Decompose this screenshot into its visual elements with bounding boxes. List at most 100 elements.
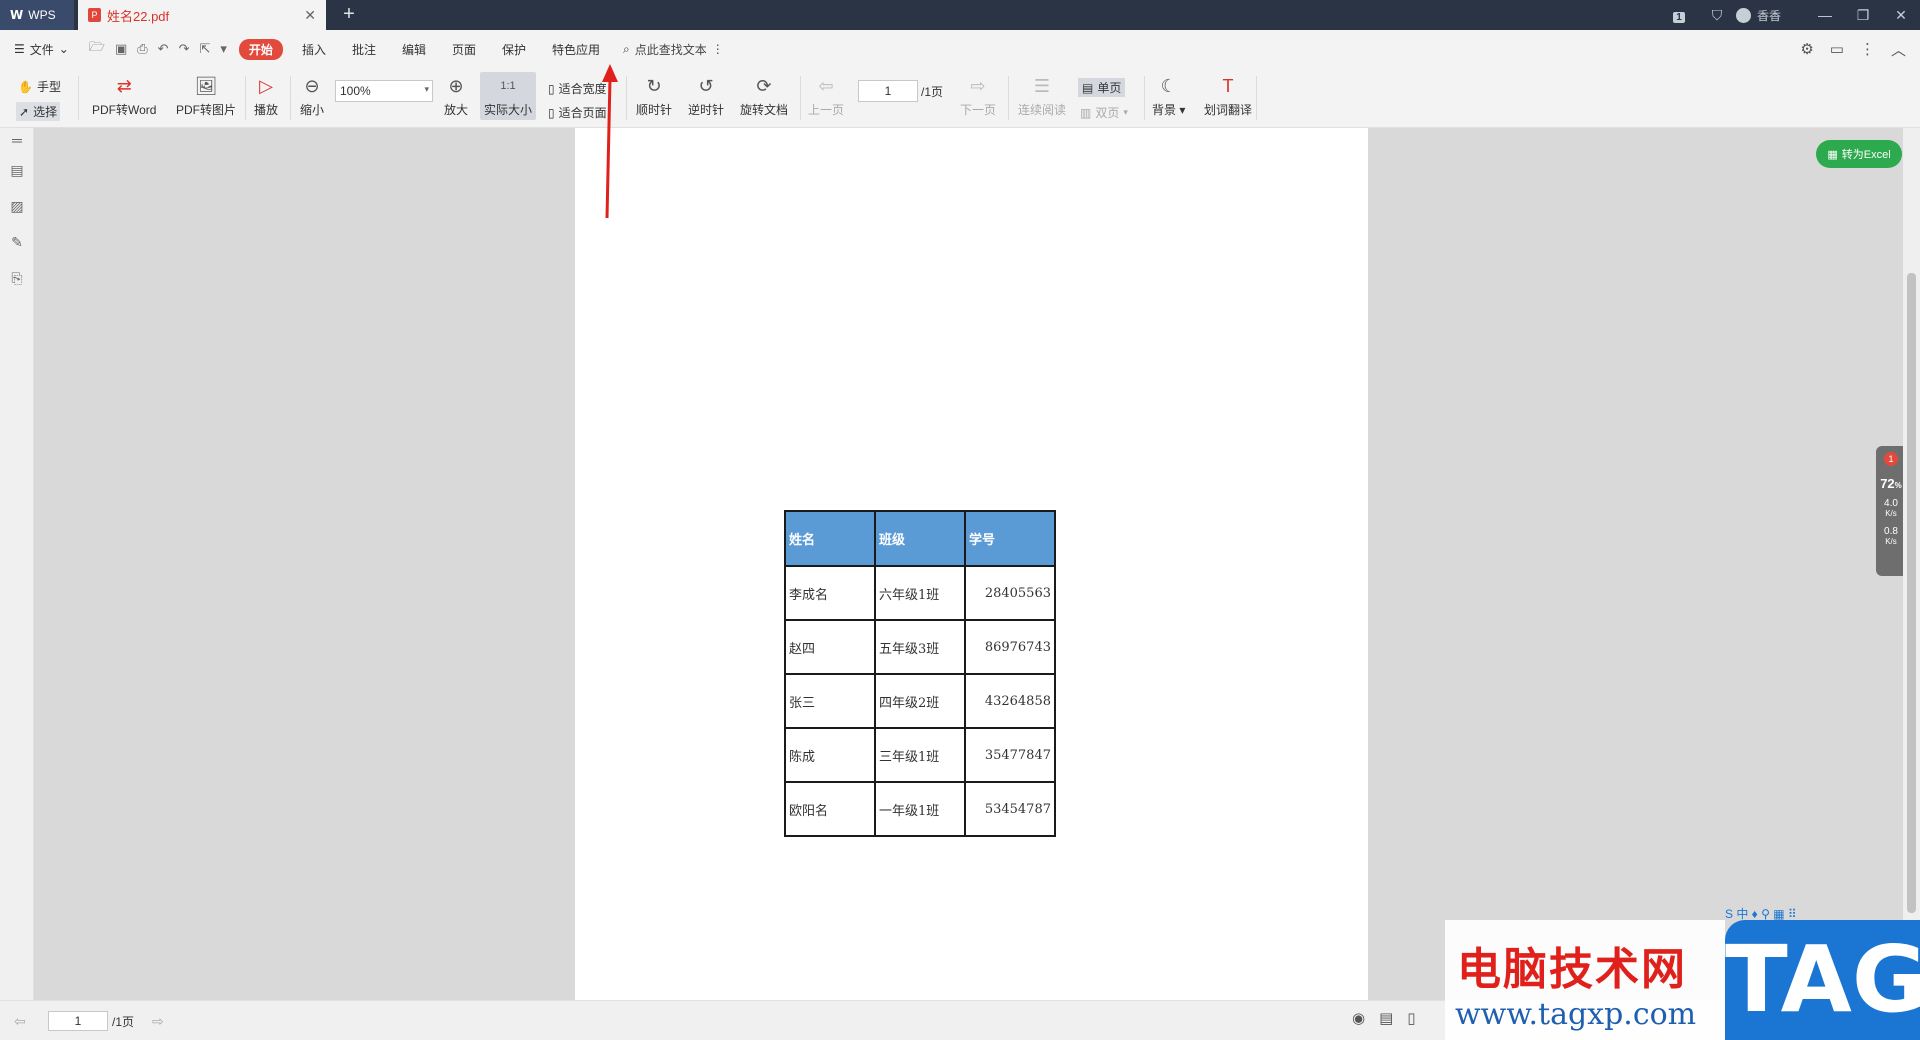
continuous-view-icon[interactable]: ▤ — [1379, 1009, 1393, 1027]
network-speed-widget[interactable]: 1 72% 4.0 K/s 0.8 K/s — [1876, 446, 1906, 576]
file-menu-label: 文件 — [29, 42, 54, 57]
scrollbar-thumb[interactable] — [1907, 273, 1916, 913]
chevron-down-icon: ▾ — [424, 84, 429, 94]
skin-shirt-icon[interactable]: ⛉ — [1698, 7, 1736, 24]
single-page-button[interactable]: ▤ 单页 — [1078, 78, 1126, 97]
cursor-arrow-icon: ➚ — [19, 104, 30, 119]
table-header-row: 姓名 班级 学号 — [784, 510, 1056, 567]
restore-icon[interactable]: ❐ — [1844, 7, 1882, 24]
tab-annotate[interactable]: 批注 — [339, 41, 389, 58]
tab-edit[interactable]: 编辑 — [389, 41, 439, 58]
comment-icon[interactable]: ▭ — [1830, 40, 1844, 58]
more-dropdown-icon[interactable]: ▾ — [220, 41, 227, 57]
file-menu[interactable]: ☰ 文件 ⌄ — [0, 41, 83, 58]
user-account[interactable]: 香香 — [1736, 7, 1806, 24]
download-speed: 0.8 K/s — [1884, 526, 1898, 547]
wps-home-tab[interactable]: W WPS — [0, 0, 74, 30]
next-page-button[interactable]: ⇨ 下一页 — [960, 74, 996, 118]
pdf-to-image-button[interactable]: 🖼 PDF转图片 — [176, 74, 236, 118]
convert-to-excel-button[interactable]: ▦ 转为Excel — [1816, 140, 1902, 168]
arrow-right-icon: ⇨ — [970, 75, 986, 96]
settings-gear-icon[interactable]: ⚙ — [1800, 40, 1813, 58]
rotate-counterclockwise-label: 逆时针 — [688, 103, 725, 117]
prev-page-label: 上一页 — [808, 103, 845, 117]
rotate-clockwise-button[interactable]: ↻ 顺时针 — [636, 74, 672, 118]
select-tool-button[interactable]: ➚ 选择 — [16, 102, 61, 121]
new-tab-button[interactable]: + — [338, 4, 360, 26]
zoom-level-select[interactable]: 100% ▾ — [335, 80, 433, 102]
table-cell-name: 张三 — [784, 673, 876, 729]
bookmark-icon[interactable]: ⎘ — [8, 270, 26, 288]
zoom-out-label: 缩小 — [300, 103, 325, 117]
table-cell-class: 三年级1班 — [874, 727, 966, 783]
more-options-icon[interactable]: ⋮ — [1860, 40, 1875, 58]
close-tab-icon[interactable]: ✕ — [304, 7, 316, 24]
background-label: 背景 ▾ — [1152, 103, 1186, 117]
table-cell-class: 五年级3班 — [874, 619, 966, 675]
hand-tool-button[interactable]: ✋ 手型 — [18, 78, 61, 95]
continuous-reading-icon: ☰ — [1033, 75, 1051, 96]
tab-start[interactable]: 开始 — [238, 38, 283, 60]
sidebar-handle-icon: ═ — [12, 132, 22, 148]
fit-width-icon: ▯ — [548, 81, 555, 96]
table-cell-id: 43264858 — [964, 673, 1056, 729]
double-page-button[interactable]: ▥ 双页 ▾ — [1080, 104, 1128, 121]
rotate-document-button[interactable]: ⟳ 旋转文档 — [740, 74, 788, 118]
status-page-total: /1页 — [112, 1015, 135, 1029]
save-icon[interactable]: ▣ — [115, 41, 127, 57]
rotate-document-label: 旋转文档 — [740, 103, 789, 117]
table-cell-class: 六年级1班 — [874, 565, 966, 621]
zoom-out-button[interactable]: ⊖ 缩小 — [300, 74, 324, 118]
open-folder-icon[interactable]: 🗁 — [89, 38, 105, 60]
document-tab[interactable]: P 姓名22.pdf ✕ — [78, 0, 326, 30]
toolbar-divider — [1144, 76, 1145, 120]
toolbar-divider — [245, 76, 246, 120]
tab-page[interactable]: 页面 — [439, 41, 489, 58]
table-row: 欧阳名 一年级1班 53454787 — [784, 781, 1056, 837]
export-icon[interactable]: ⇱ — [199, 41, 210, 57]
undo-icon[interactable]: ↶ — [158, 41, 169, 57]
zoom-in-label: 放大 — [444, 103, 469, 117]
toolbar-divider — [1256, 76, 1257, 120]
tab-special-apps[interactable]: 特色应用 — [539, 41, 613, 58]
redo-icon[interactable]: ↷ — [179, 41, 190, 57]
tab-protect[interactable]: 保护 — [489, 41, 539, 58]
thumbnail-icon[interactable]: ▨ — [8, 198, 26, 216]
status-page-input[interactable]: 1 — [48, 1011, 108, 1031]
vertical-scrollbar[interactable] — [1903, 128, 1920, 1000]
convert-to-excel-label: 转为Excel — [1841, 149, 1891, 161]
print-icon[interactable]: ⎙ — [137, 41, 147, 57]
zoom-in-button[interactable]: ⊕ 放大 — [444, 74, 468, 118]
pdf-to-word-button[interactable]: ⇄ PDF转Word — [92, 74, 156, 118]
actual-size-button[interactable]: 1:1 实际大小 — [480, 72, 537, 120]
single-view-icon[interactable]: ▯ — [1407, 1009, 1415, 1027]
continuous-reading-button[interactable]: ☰ 连续阅读 — [1018, 74, 1066, 118]
background-button[interactable]: ☾ 背景 ▾ — [1152, 74, 1185, 118]
outline-icon[interactable]: ▤ — [8, 162, 26, 180]
word-translate-button[interactable]: T 划词翻译 — [1204, 74, 1252, 118]
ribbon-toolbar: ✋ 手型 ➚ 选择 ⇄ PDF转Word 🖼 PDF转图片 ▷ 播放 ⊖ 缩小 … — [0, 68, 1920, 128]
play-button[interactable]: ▷ 播放 — [254, 74, 278, 118]
collapse-ribbon-icon[interactable]: ︿ — [1891, 39, 1906, 60]
annotation-icon[interactable]: ✎ — [8, 234, 26, 252]
rotate-counterclockwise-button[interactable]: ↺ 逆时针 — [688, 74, 724, 118]
double-page-icon: ▥ — [1080, 105, 1092, 120]
tab-insert[interactable]: 插入 — [289, 41, 339, 58]
prev-page-button[interactable]: ⇦ 上一页 — [808, 74, 844, 118]
moon-icon: ☾ — [1160, 75, 1177, 96]
find-text-search[interactable]: ⌕ 点此查找文本 ⋮ — [613, 41, 724, 58]
chevron-down-icon: ⌄ — [58, 42, 69, 56]
eye-protection-icon[interactable]: ◉ — [1352, 1009, 1365, 1027]
page-number-input[interactable]: 1 — [858, 80, 918, 102]
translate-icon: T — [1222, 75, 1234, 96]
table-cell-id: 35477847 — [964, 727, 1056, 783]
status-prev-page-icon[interactable]: ⇦ — [14, 1013, 26, 1030]
status-next-page-icon[interactable]: ⇨ — [152, 1013, 164, 1030]
watermark-url: www.tagxp.com — [1455, 997, 1697, 1032]
actual-size-icon: 1:1 — [500, 80, 516, 92]
single-page-icon: ▤ — [1082, 80, 1094, 95]
close-window-icon[interactable]: ✕ — [1882, 7, 1920, 24]
window-count-badge[interactable]: 1 — [1660, 7, 1698, 23]
site-watermark: S 中 ♦ ⚲ ▦ ⠿ 电脑技术网 www.tagxp.com TAG — [1445, 905, 1920, 1040]
minimize-icon[interactable]: — — [1806, 7, 1844, 23]
